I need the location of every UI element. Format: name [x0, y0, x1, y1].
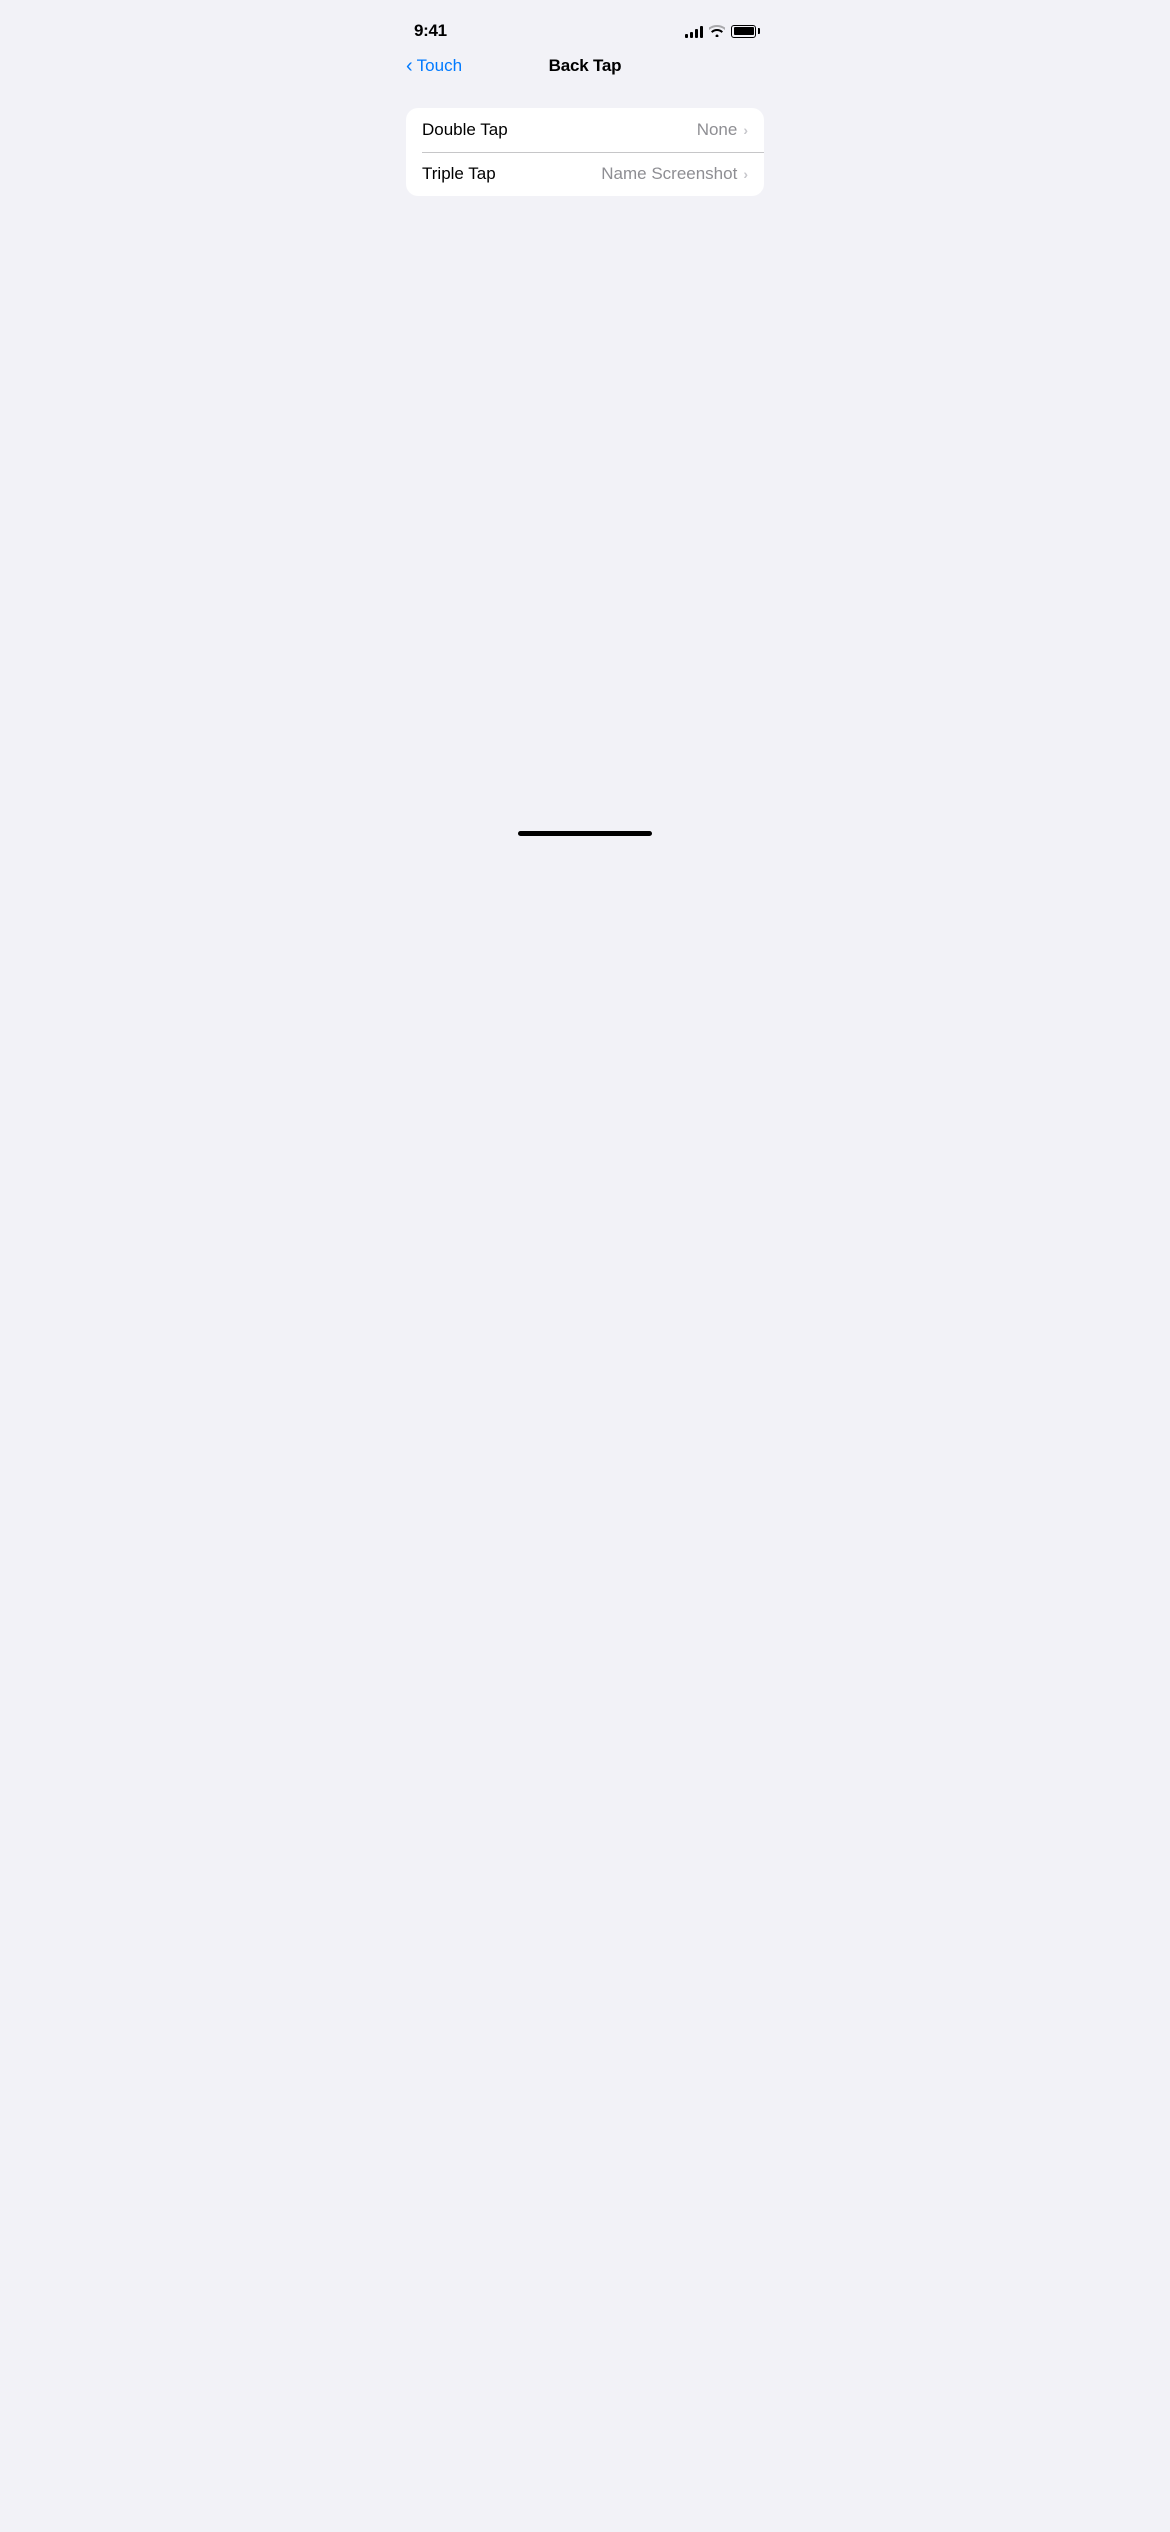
triple-tap-row[interactable]: Triple Tap Name Screenshot ›: [406, 152, 764, 196]
back-chevron-icon: ‹: [406, 56, 413, 76]
triple-tap-right: Name Screenshot ›: [601, 164, 748, 184]
status-icons: [685, 24, 756, 38]
battery-icon: [731, 25, 756, 38]
settings-list: Double Tap None › Triple Tap Name Screen…: [406, 108, 764, 196]
triple-tap-chevron-icon: ›: [743, 166, 748, 182]
back-label: Touch: [417, 56, 462, 76]
double-tap-chevron-icon: ›: [743, 122, 748, 138]
status-time: 9:41: [414, 21, 447, 41]
double-tap-label: Double Tap: [422, 120, 508, 140]
double-tap-right: None ›: [697, 120, 748, 140]
wifi-icon: [709, 25, 725, 37]
home-indicator: [518, 831, 652, 836]
triple-tap-label: Triple Tap: [422, 164, 496, 184]
signal-icon: [685, 24, 703, 38]
triple-tap-value: Name Screenshot: [601, 164, 737, 184]
double-tap-row[interactable]: Double Tap None ›: [406, 108, 764, 152]
nav-bar: ‹ Touch Back Tap: [390, 48, 780, 92]
back-button[interactable]: ‹ Touch: [406, 56, 462, 76]
page-title: Back Tap: [549, 56, 622, 76]
double-tap-value: None: [697, 120, 738, 140]
status-bar: 9:41: [390, 0, 780, 48]
